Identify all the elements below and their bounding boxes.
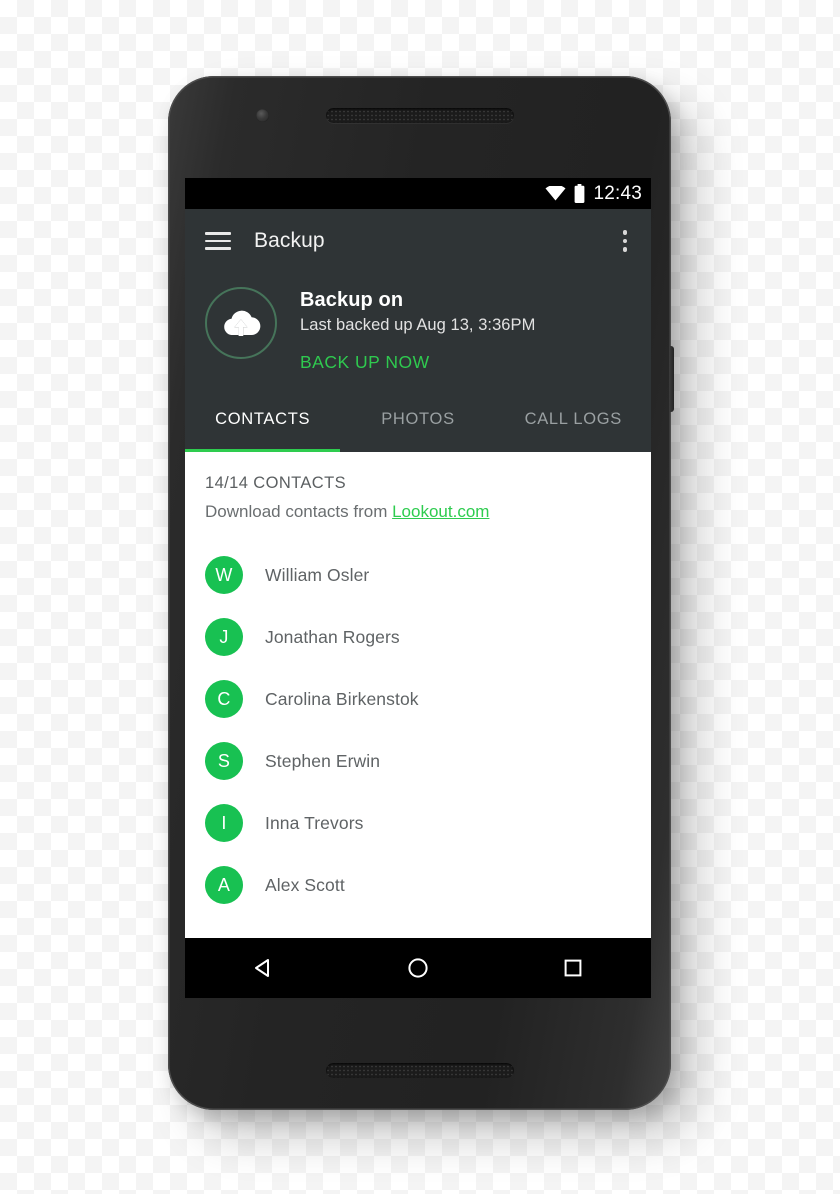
app-bar: Backup bbox=[185, 209, 651, 273]
contact-name: Carolina Birkenstok bbox=[265, 688, 419, 709]
tab-bar: CONTACTS PHOTOS CALL LOGS bbox=[185, 395, 651, 452]
contact-name: Alex Scott bbox=[265, 874, 345, 895]
home-circle-icon[interactable] bbox=[383, 946, 453, 990]
status-bar: 12:43 bbox=[185, 178, 651, 209]
download-contacts-prefix: Download contacts from bbox=[205, 502, 393, 521]
cloud-upload-icon bbox=[205, 287, 277, 359]
list-item[interactable]: C Carolina Birkenstok bbox=[205, 668, 631, 730]
avatar: I bbox=[205, 804, 243, 842]
contacts-panel: 14/14 CONTACTS Download contacts from Lo… bbox=[185, 452, 651, 938]
contact-name: William Osler bbox=[265, 564, 370, 585]
avatar: J bbox=[205, 618, 243, 656]
avatar: A bbox=[205, 866, 243, 904]
list-item[interactable]: S Stephen Erwin bbox=[205, 730, 631, 792]
recents-square-icon[interactable] bbox=[538, 946, 608, 990]
list-item[interactable]: W William Osler bbox=[205, 544, 631, 606]
avatar: W bbox=[205, 556, 243, 594]
status-bar-clock: 12:43 bbox=[593, 182, 642, 204]
contacts-list: W William Osler J Jonathan Rogers C Caro… bbox=[205, 544, 631, 916]
tab-contacts-label: CONTACTS bbox=[215, 410, 311, 428]
backup-status-title: Backup on bbox=[300, 289, 404, 311]
back-triangle-icon[interactable] bbox=[228, 946, 298, 990]
android-nav-bar bbox=[185, 938, 651, 998]
tab-photos-label: PHOTOS bbox=[381, 410, 455, 428]
contact-name: Jonathan Rogers bbox=[265, 626, 400, 647]
back-up-now-button[interactable]: BACK UP NOW bbox=[300, 352, 430, 373]
list-item[interactable]: I Inna Trevors bbox=[205, 792, 631, 854]
page-title: Backup bbox=[254, 229, 325, 252]
earpiece-speaker-grille bbox=[325, 108, 514, 123]
avatar: S bbox=[205, 742, 243, 780]
backup-text-block: Backup on Last backed up Aug 13, 3:36PM … bbox=[300, 285, 535, 373]
list-item[interactable]: A Alex Scott bbox=[205, 854, 631, 916]
contact-name: Inna Trevors bbox=[265, 812, 364, 833]
tab-call-logs-label: CALL LOGS bbox=[524, 410, 623, 428]
download-contacts-text: Download contacts from Lookout.com bbox=[205, 502, 631, 522]
hamburger-menu-icon[interactable] bbox=[205, 232, 231, 250]
contact-name: Stephen Erwin bbox=[265, 750, 381, 771]
avatar: C bbox=[205, 680, 243, 718]
tab-contacts[interactable]: CONTACTS bbox=[185, 395, 341, 452]
power-button[interactable] bbox=[669, 346, 674, 412]
backup-status-panel: Backup on Last backed up Aug 13, 3:36PM … bbox=[185, 273, 651, 395]
phone-screen: 12:43 Backup Backup on Last backed up Au… bbox=[185, 178, 651, 998]
backup-last-time: Last backed up Aug 13, 3:36PM bbox=[300, 316, 536, 334]
phone-device: 12:43 Backup Backup on Last backed up Au… bbox=[168, 76, 674, 1110]
lookout-com-link[interactable]: Lookout.com bbox=[392, 502, 489, 521]
wifi-icon bbox=[545, 186, 566, 201]
bottom-speaker-grille bbox=[325, 1063, 514, 1078]
front-camera-icon bbox=[256, 109, 269, 122]
tab-photos[interactable]: PHOTOS bbox=[340, 395, 495, 452]
list-item[interactable]: J Jonathan Rogers bbox=[205, 606, 631, 668]
overflow-menu-icon[interactable] bbox=[617, 226, 634, 256]
tab-call-logs[interactable]: CALL LOGS bbox=[496, 395, 651, 452]
contacts-count-label: 14/14 CONTACTS bbox=[205, 474, 346, 492]
battery-icon bbox=[574, 184, 585, 203]
